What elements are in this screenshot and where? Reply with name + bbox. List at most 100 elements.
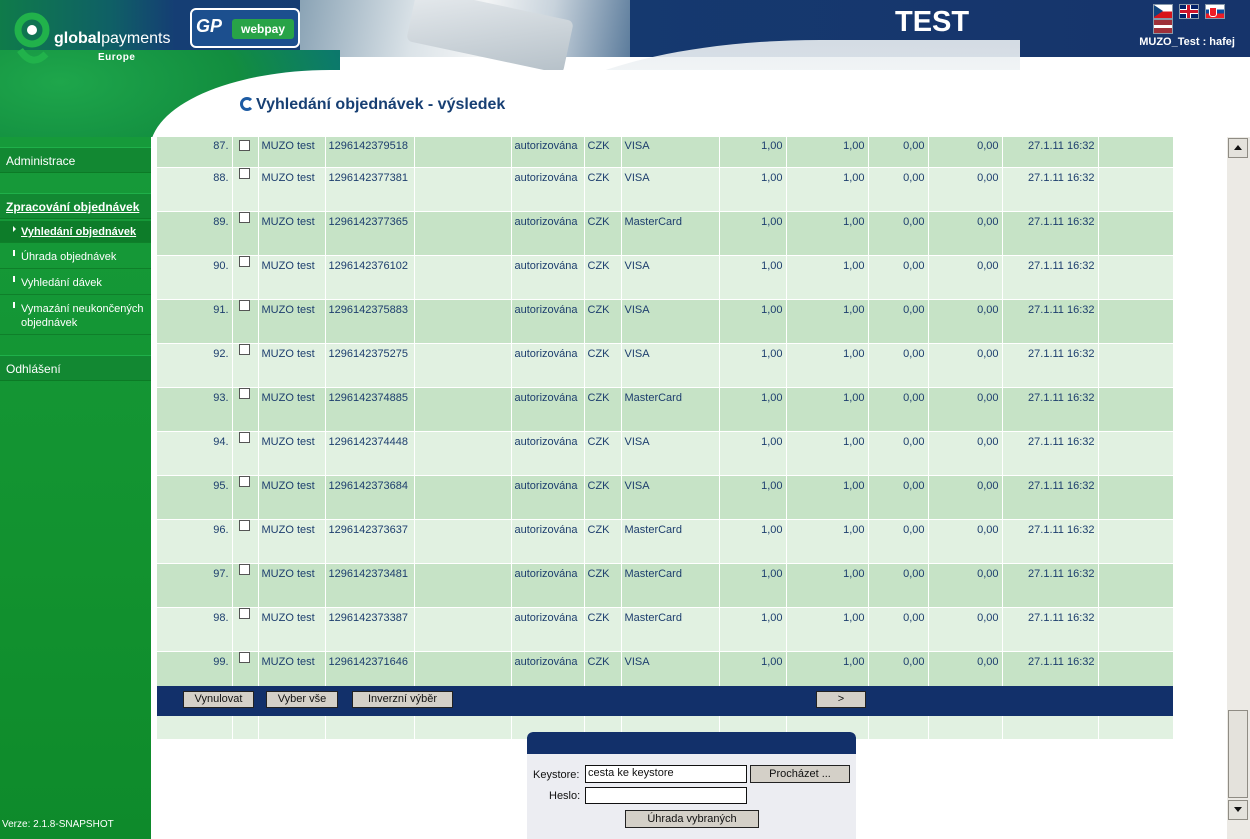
status-cell: autorizována [511,343,585,388]
card-brand-cell: MasterCard [621,607,720,652]
vertical-scrollbar[interactable] [1227,137,1250,839]
lv-flag-icon[interactable] [1153,19,1173,34]
table-row: 98. MUZO test 1296142373387 autorizována CZK… [157,607,1174,652]
currency-cell: CZK [584,211,622,256]
row-select-checkbox[interactable] [238,520,250,531]
deposited-amount-cell: 0,00 [868,137,929,168]
row-select-checkbox[interactable] [238,140,250,151]
status-cell: autorizována [511,255,585,300]
cz-flag-icon[interactable] [1153,4,1173,19]
date-cell: 27.1.11 16:32 [1002,167,1099,212]
deposited-amount-cell: 0,00 [868,211,929,256]
card-brand-cell: MasterCard [621,387,720,432]
sk-flag-icon[interactable] [1205,4,1226,19]
currency-cell: CZK [584,255,622,300]
reset-button[interactable]: Vynulovat [183,691,254,708]
invert-selection-button[interactable]: Inverzní výběr [352,691,453,708]
row-select-checkbox[interactable] [238,212,250,223]
row-checkbox [232,431,259,476]
row-number: 94. [157,431,233,476]
date-cell: 27.1.11 16:32 [1002,563,1099,608]
approved-amount-cell: 1,00 [786,299,869,344]
password-input[interactable] [585,787,747,804]
empty-cell [1098,387,1174,432]
sidebar-order-processing[interactable]: Zpracování objednávek [0,193,151,219]
row-select-checkbox[interactable] [238,344,250,355]
amount-cell: 1,00 [719,137,787,168]
merchant-cell: MUZO test [258,519,326,564]
status-cell: autorizována [511,607,585,652]
empty-cell [414,299,512,344]
scroll-up-icon[interactable] [1228,138,1248,158]
row-select-checkbox[interactable] [238,256,250,267]
sidebar-logout[interactable]: Odhlášení [0,355,151,381]
amount-cell: 1,00 [719,475,787,520]
sidebar-item-order-payment[interactable]: Úhrada objednávek [0,245,151,269]
sidebar-item-delete-unfinished[interactable]: Vymazání neukončených objednávek [0,297,151,335]
header: globalpayments Europe GP webpay TEST MUZ… [0,0,1250,137]
row-select-checkbox[interactable] [238,476,250,487]
empty-cell [1098,431,1174,476]
payment-form: Keystore: cesta ke keystore Procházet ..… [527,732,856,839]
card-brand-cell: MasterCard [621,211,720,256]
language-switcher [1153,4,1250,34]
pay-selected-button[interactable]: Úhrada vybraných [625,810,759,828]
sidebar-item-batch-search[interactable]: Vyhledání dávek [0,271,151,295]
refunded-amount-cell: 0,00 [928,299,1003,344]
refunded-amount-cell: 0,00 [928,475,1003,520]
row-select-checkbox[interactable] [238,608,250,619]
amount-cell: 1,00 [719,519,787,564]
row-select-checkbox[interactable] [238,300,250,311]
status-cell: autorizována [511,137,585,168]
amount-cell: 1,00 [719,167,787,212]
date-cell: 27.1.11 16:32 [1002,299,1099,344]
row-select-checkbox[interactable] [238,652,250,663]
currency-cell: CZK [584,475,622,520]
currency-cell: CZK [584,607,622,652]
keystore-input[interactable]: cesta ke keystore [585,765,747,783]
row-select-checkbox[interactable] [238,388,250,399]
empty-cell [1098,607,1174,652]
refunded-amount-cell: 0,00 [928,607,1003,652]
row-checkbox [232,211,259,256]
row-checkbox [232,167,259,212]
merchant-cell: MUZO test [258,607,326,652]
deposited-amount-cell: 0,00 [868,563,929,608]
date-cell: 27.1.11 16:32 [1002,387,1099,432]
order-number-cell: 1296142374448 [325,431,415,476]
brand-sub: Europe [98,52,136,63]
status-cell: autorizována [511,211,585,256]
card-brand-cell: VISA [621,431,720,476]
empty-cell [1098,211,1174,256]
scroll-thumb[interactable] [1228,710,1248,798]
approved-amount-cell: 1,00 [786,387,869,432]
approved-amount-cell: 1,00 [786,343,869,388]
sidebar-item-order-search[interactable]: Vyhledání objednávek [0,221,151,243]
row-checkbox [232,137,259,168]
table-row: 97. MUZO test 1296142373481 autorizována CZK… [157,563,1174,608]
row-select-checkbox[interactable] [238,168,250,179]
en-flag-icon[interactable] [1179,4,1200,19]
sidebar-admin[interactable]: Administrace [0,147,151,173]
row-select-checkbox[interactable] [238,564,250,575]
amount-cell: 1,00 [719,211,787,256]
approved-amount-cell: 1,00 [786,519,869,564]
card-brand-cell: VISA [621,137,720,168]
next-page-button[interactable]: > [816,691,866,708]
empty-cell [414,431,512,476]
browse-button[interactable]: Procházet ... [750,765,850,783]
row-select-checkbox[interactable] [238,432,250,443]
order-number-cell: 1296142373684 [325,475,415,520]
card-brand-cell: VISA [621,299,720,344]
merchant-cell: MUZO test [258,431,326,476]
approved-amount-cell: 1,00 [786,431,869,476]
scroll-down-icon[interactable] [1228,800,1248,820]
table-row: 94. MUZO test 1296142374448 autorizována CZK… [157,431,1174,476]
currency-cell: CZK [584,563,622,608]
row-checkbox [232,343,259,388]
date-cell: 27.1.11 16:32 [1002,431,1099,476]
merchant-cell: MUZO test [258,563,326,608]
card-brand-cell: VISA [621,343,720,388]
select-all-button[interactable]: Vyber vše [266,691,338,708]
date-cell: 27.1.11 16:32 [1002,607,1099,652]
